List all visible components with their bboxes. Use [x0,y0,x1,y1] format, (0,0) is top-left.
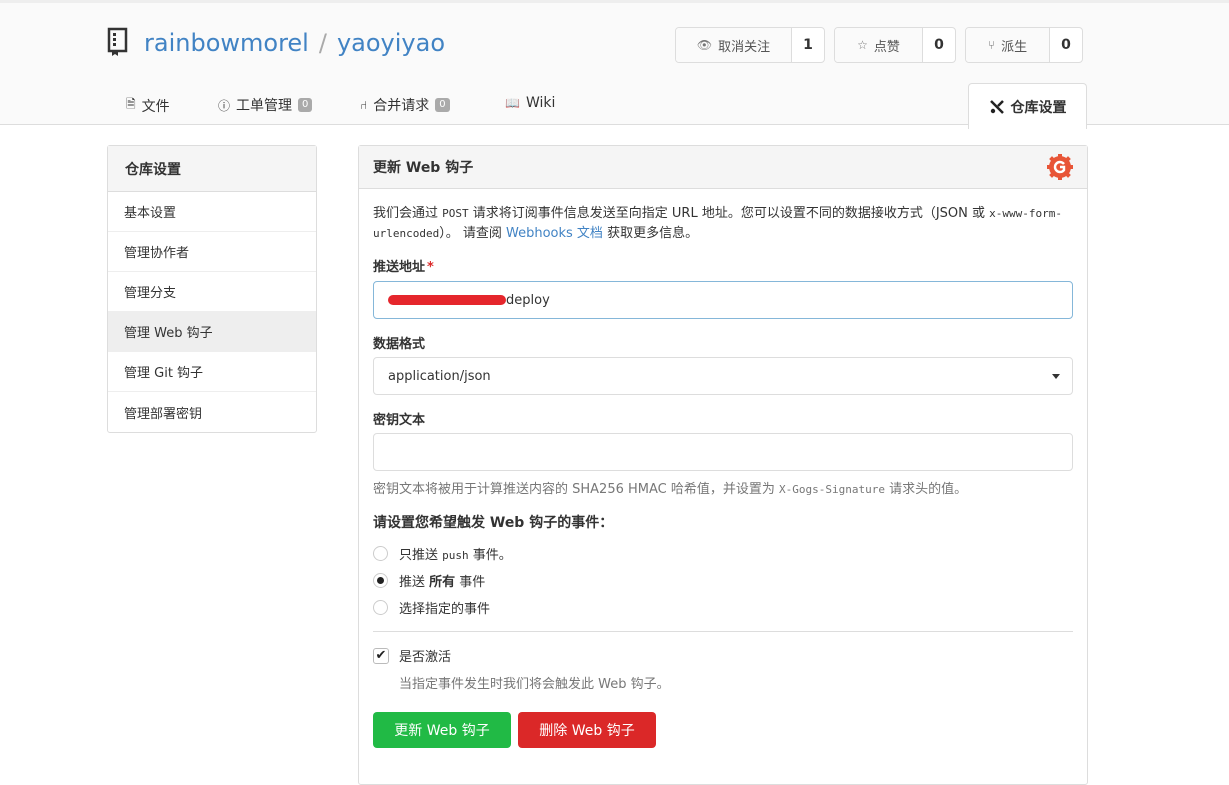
content-type-value: application/json [388,368,491,384]
desc-text-4: 获取更多信息。 [602,226,699,241]
secret-help-text-1: 密钥文本将被用于计算推送内容的 SHA256 HMAC 哈希值，并设置为 [373,482,779,497]
repo-title: rainbowmorel / yaoyiyao [144,29,445,57]
fork-button[interactable]: ⑂ 派生 [966,28,1050,62]
book-icon: 📖 [505,96,520,110]
sidebar-item-options[interactable]: 基本设置 [108,192,316,232]
event-push-only-option[interactable]: 只推送 push 事件。 [373,544,512,563]
active-help: 当指定事件发生时我们将会触发此 Web 钩子。 [399,677,670,692]
event-all-bold: 所有 [429,575,456,590]
desc-text-1: 我们会通过 [373,206,443,221]
event-all-label: 推送 所有 事件 [399,571,485,590]
fork-button-group: ⑂ 派生 0 [965,27,1083,63]
event-push-only-post: 事件。 [468,548,512,563]
settings-sidebar: 仓库设置 基本设置 管理协作者 管理分支 管理 Web 钩子 管理 Git 钩子… [107,145,317,433]
event-push-only-code: push [442,549,469,562]
eye-icon: 👁 [696,38,713,52]
watch-button[interactable]: 👁 取消关注 [676,28,792,62]
webhook-form-panel: 更新 Web 钩子 我们会通过 POST 请求将订阅事件信息发送至向指定 URL… [358,145,1088,785]
event-all-pre: 推送 [399,575,430,590]
sidebar-title: 仓库设置 [108,146,316,192]
tab-settings-label: 仓库设置 [1010,99,1067,116]
sidebar-item-collaborators[interactable]: 管理协作者 [108,232,316,272]
desc-code-post: POST [442,207,469,220]
panel-title: 更新 Web 钩子 [373,160,474,176]
repo-tabs: 🗎 文件 ⓘ 工单管理 0 ⑁ 合并请求 0 📖 Wiki 仓库设置 [0,83,1229,129]
gogs-logo-icon [1047,154,1073,180]
desc-text-2: 请求将订阅事件信息发送至向指定 URL 地址。您可以设置不同的数据接收方式（JS… [468,206,990,221]
secret-help-text-2: 请求头的值。 [884,482,968,497]
event-push-only-pre: 只推送 [399,548,443,563]
desc-text-3: ）。 请查阅 [439,226,506,241]
repo-owner-link[interactable]: rainbowmorel [144,29,309,57]
star-label: 点赞 [873,39,900,55]
repo-header: rainbowmorel / yaoyiyao 👁 取消关注 1 ☆ 点赞 0 ⑂ … [0,0,1229,129]
issue-opened-icon: ⓘ [218,98,231,113]
tab-issues-label: 工单管理 [236,98,293,114]
git-pull-request-icon: ⑁ [360,98,368,112]
secret-help: 密钥文本将被用于计算推送内容的 SHA256 HMAC 哈希值，并设置为 X-G… [373,478,967,497]
star-count[interactable]: 0 [923,28,955,62]
tab-wiki[interactable]: 📖 Wiki [505,95,555,111]
repo-book-icon [107,27,128,56]
repo-name-link[interactable]: yaoyiyao [337,29,445,57]
sidebar-item-deploy-keys[interactable]: 管理部署密钥 [108,392,316,432]
form-divider [373,631,1073,632]
event-push-only-label: 只推送 push 事件。 [399,544,512,563]
tools-icon [989,99,1004,114]
tab-settings[interactable]: 仓库设置 [968,83,1087,129]
sidebar-item-git-hooks[interactable]: 管理 Git 钩子 [108,352,316,392]
chevron-down-icon [1052,374,1060,379]
active-checkbox[interactable]: ✔ [373,647,389,664]
event-all-post: 事件 [455,575,486,590]
fork-icon: ⑂ [987,38,996,52]
star-icon: ☆ [857,38,868,52]
tab-pulls-label: 合并请求 [373,98,430,114]
event-choose-radio[interactable] [373,600,388,615]
event-all-option[interactable]: 推送 所有 事件 [373,571,485,590]
payload-url-label-text: 推送地址 [373,260,426,275]
event-choose-label: 选择指定的事件 [399,602,491,617]
form-description: 我们会通过 POST 请求将订阅事件信息发送至向指定 URL 地址。您可以设置不… [373,204,1063,244]
payload-url-label: 推送地址 * [373,256,434,275]
event-push-only-radio[interactable] [373,546,388,561]
panel-header: 更新 Web 钩子 [359,146,1087,189]
star-button-group: ☆ 点赞 0 [834,27,956,63]
tab-issues[interactable]: ⓘ 工单管理 0 [218,95,313,115]
secret-label: 密钥文本 [373,413,426,428]
webhooks-docs-link[interactable]: Webhooks 文档 [506,226,603,241]
tab-files-label: 文件 [141,98,170,115]
redacted-url-mark [388,295,506,305]
file-text-icon: 🗎 [126,97,136,111]
payload-url-value: deploy [506,292,550,308]
sidebar-item-branches[interactable]: 管理分支 [108,272,316,312]
star-button[interactable]: ☆ 点赞 [835,28,923,62]
event-all-radio[interactable] [373,573,388,588]
tab-files[interactable]: 🗎 文件 [126,95,170,116]
pulls-count-badge: 0 [435,98,450,112]
watch-label: 取消关注 [718,39,771,55]
issues-count-badge: 0 [298,98,313,112]
secret-help-code: X-Gogs-Signature [779,483,885,496]
event-choose-option[interactable]: 选择指定的事件 [373,598,490,617]
tab-pulls[interactable]: ⑁ 合并请求 0 [360,95,450,115]
repo-separator: / [318,29,327,57]
content-type-label: 数据格式 [373,337,426,352]
tab-wiki-label: Wiki [525,95,556,111]
watch-button-group: 👁 取消关注 1 [675,27,825,63]
secret-input[interactable] [373,433,1073,471]
update-webhook-button[interactable]: 更新 Web 钩子 [373,712,511,748]
watch-count[interactable]: 1 [792,28,824,62]
delete-webhook-button[interactable]: 删除 Web 钩子 [518,712,656,748]
fork-label: 派生 [1001,39,1028,55]
active-label: 是否激活 [399,650,452,665]
events-title: 请设置您希望触发 Web 钩子的事件： [373,515,614,531]
sidebar-item-webhooks[interactable]: 管理 Web 钩子 [108,312,316,352]
payload-url-input[interactable]: deploy [373,281,1073,319]
required-asterisk: * [427,260,434,275]
fork-count[interactable]: 0 [1050,28,1082,62]
content-type-select[interactable]: application/json [373,357,1073,395]
active-option[interactable]: ✔ 是否激活 [373,646,451,665]
